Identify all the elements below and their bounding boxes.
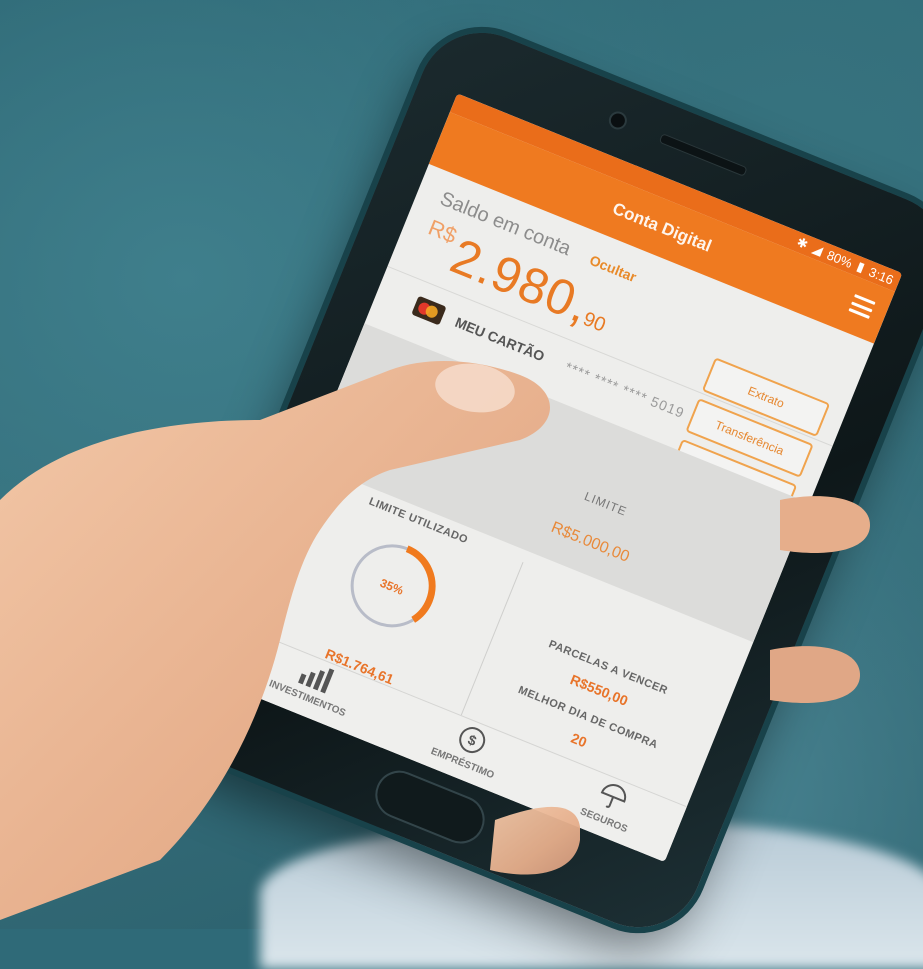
used-percent: 35% (378, 576, 406, 598)
currency-symbol: R$ (424, 214, 461, 249)
front-camera (606, 108, 630, 133)
hamburger-menu-icon[interactable] (848, 294, 876, 319)
svg-text:$: $ (465, 731, 478, 749)
used-limit-donut: 35% (348, 542, 436, 630)
umbrella-icon (600, 784, 627, 808)
bar-chart-icon (297, 668, 334, 694)
signal-icon: ◢ (810, 240, 826, 259)
mastercard-icon (411, 295, 447, 326)
bluetooth-icon: ✱ (794, 234, 811, 253)
fingers-right (770, 496, 870, 703)
my-card-label: MEU CARTÃO (452, 314, 547, 365)
battery-icon: ▮ (854, 258, 868, 275)
nav-insurance[interactable]: SEGUROS (578, 775, 641, 835)
dollar-coin-icon: $ (458, 726, 485, 753)
earpiece-speaker (658, 133, 748, 177)
